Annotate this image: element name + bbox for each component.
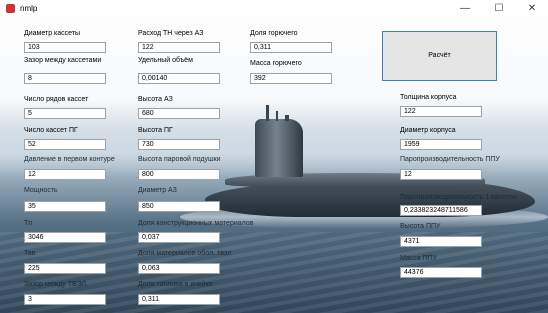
- app-icon: [6, 4, 15, 13]
- specific-volume-field[interactable]: 0,00140: [138, 73, 220, 84]
- label-steam-cushion-height: Высота паровой подушки: [138, 156, 221, 163]
- ppu-mass-field[interactable]: 44376: [400, 267, 482, 278]
- close-button[interactable]: ✕: [516, 0, 548, 17]
- structural-fraction-field[interactable]: 0,037: [138, 232, 220, 243]
- label-fuel-mass: Масса горючего: [250, 60, 302, 67]
- coolant-flow-field[interactable]: 122: [138, 42, 220, 53]
- submarine-mast: [266, 105, 269, 121]
- primary-pressure-field[interactable]: 12: [24, 169, 106, 180]
- cladding-fraction-field[interactable]: 0,063: [138, 263, 220, 274]
- label-structural-fraction: Доля конструкционных материалов: [138, 220, 254, 227]
- title-bar: nmlp — ☐ ✕: [0, 0, 548, 18]
- pg-cassettes-field[interactable]: 52: [24, 139, 106, 150]
- label-coolant-flow: Расход ТН через АЗ: [138, 30, 204, 37]
- cassette-diameter-field[interactable]: 103: [24, 42, 106, 53]
- minimize-button[interactable]: —: [449, 0, 481, 17]
- label-cassette-rows: Число рядов кассет: [24, 96, 89, 103]
- label-ppu-capacity: Паропроизводительность ППУ: [400, 156, 500, 163]
- power-field[interactable]: 35: [24, 201, 106, 212]
- submarine-mast: [285, 115, 289, 121]
- vessel-diameter-field[interactable]: 1959: [400, 139, 482, 150]
- pg-height-field[interactable]: 730: [138, 139, 220, 150]
- label-vessel-thickness: Толщина корпуса: [400, 94, 457, 101]
- maximize-button[interactable]: ☐: [483, 0, 515, 17]
- ppu-capacity-field[interactable]: 12: [400, 169, 482, 180]
- cassette-gap-field[interactable]: 8: [24, 73, 106, 84]
- label-tp: Tп: [24, 220, 33, 227]
- cassette-rows-field[interactable]: 5: [24, 108, 106, 119]
- submarine-sail: [255, 119, 303, 177]
- core-diameter-field[interactable]: 850: [138, 201, 220, 212]
- window-title: nmlp: [20, 4, 38, 13]
- tvel-gap-field[interactable]: 3: [24, 294, 106, 305]
- tp-field[interactable]: 3046: [24, 232, 106, 243]
- ppu-height-field[interactable]: 4371: [400, 236, 482, 247]
- calculate-button[interactable]: Расчёт: [382, 31, 497, 81]
- label-power: Мощность: [24, 187, 58, 194]
- label-ppu-height: Высота ППУ: [400, 223, 441, 230]
- label-tvel-gap: Зазор между ТВЭЛ: [24, 281, 87, 288]
- label-fuel-share: Доля горючего: [250, 30, 298, 37]
- fuel-fraction-field[interactable]: 0,311: [138, 294, 220, 305]
- steam-cushion-height-field[interactable]: 800: [138, 169, 220, 180]
- fuel-share-field[interactable]: 0,311: [250, 42, 332, 53]
- label-cassette-gap: Зазор между кассетами: [24, 57, 102, 64]
- label-pg-cassettes: Число кассет ПГ: [24, 127, 78, 134]
- label-core-diameter: Диаметр АЗ: [138, 187, 177, 194]
- label-vessel-diameter: Диаметр корпуса: [400, 127, 456, 134]
- cassette-capacity-field[interactable]: 0,233823248711586: [400, 205, 482, 216]
- label-ppu-mass: Масса ППУ: [400, 255, 438, 262]
- core-height-field[interactable]: 680: [138, 108, 220, 119]
- label-fuel-fraction: Доля топлива в ячейке: [138, 281, 213, 288]
- label-core-height: Высота АЗ: [138, 96, 173, 103]
- fuel-mass-field[interactable]: 392: [250, 73, 332, 84]
- label-cladding-fraction: Доля материалов обол. твэл: [138, 250, 232, 257]
- label-cassette-capacity: Паропроизводительность 1 кассеты: [400, 194, 518, 201]
- submarine-mast: [276, 111, 278, 121]
- label-primary-pressure: Давление в первом контуре: [24, 156, 115, 163]
- tvv-field[interactable]: 225: [24, 263, 106, 274]
- form-client-area: Диаметр кассеты 103 Зазор между кассетам…: [0, 17, 548, 313]
- label-cassette-diameter: Диаметр кассеты: [24, 30, 81, 37]
- label-tvv: Твв: [24, 250, 36, 257]
- label-pg-height: Высота ПГ: [138, 127, 173, 134]
- label-specific-volume: Удельный объём: [138, 57, 193, 64]
- vessel-thickness-field[interactable]: 122: [400, 106, 482, 117]
